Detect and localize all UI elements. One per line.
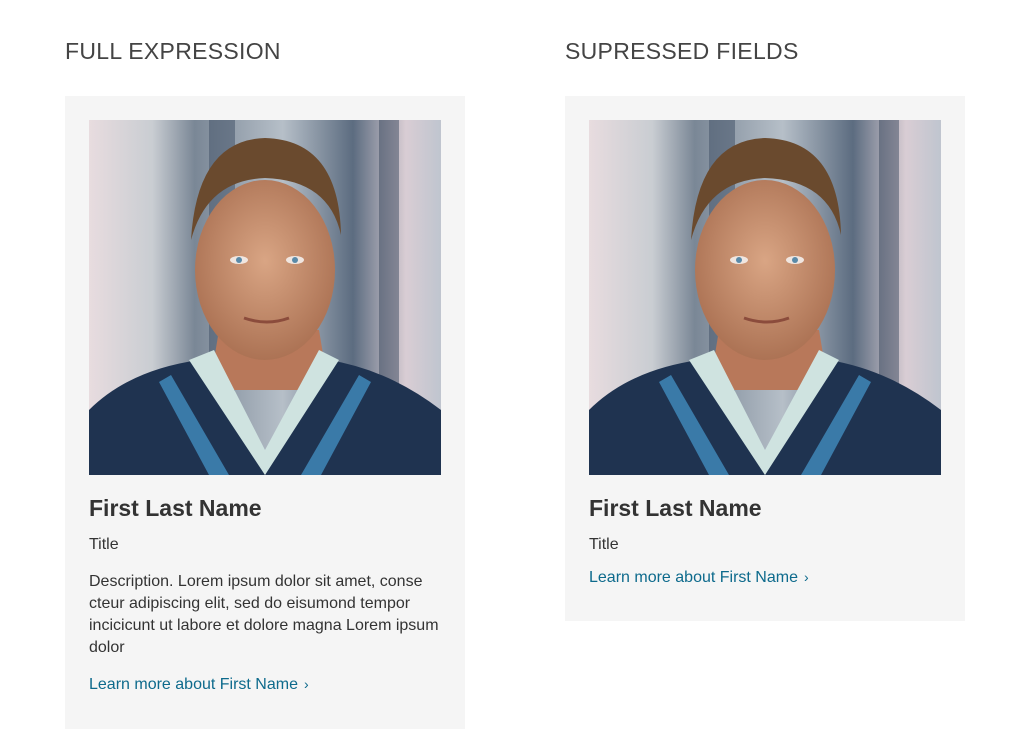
profile-name: First Last Name [589,495,762,521]
learn-more-link[interactable]: Learn more about First Name › [89,674,309,695]
chevron-right-icon: › [303,676,309,692]
profile-card: First Last Name Title Description. Lorem… [65,96,465,729]
learn-more-link[interactable]: Learn more about First Name › [589,567,809,588]
section-heading: FULL EXPRESSION [65,38,281,64]
learn-more-label: Learn more about First Name [89,676,298,693]
profile-photo [89,120,441,475]
profile-photo [589,120,941,475]
profile-title: Title [589,536,619,553]
section-heading: SUPRESSED FIELDS [565,38,799,64]
profile-name: First Last Name [89,495,262,521]
profile-description: Description. Lorem ipsum dolor sit amet,… [89,573,439,656]
profile-card: First Last Name Title Learn more about F… [565,96,965,621]
learn-more-label: Learn more about First Name [589,569,798,586]
chevron-right-icon: › [803,569,809,585]
profile-title: Title [89,536,119,553]
